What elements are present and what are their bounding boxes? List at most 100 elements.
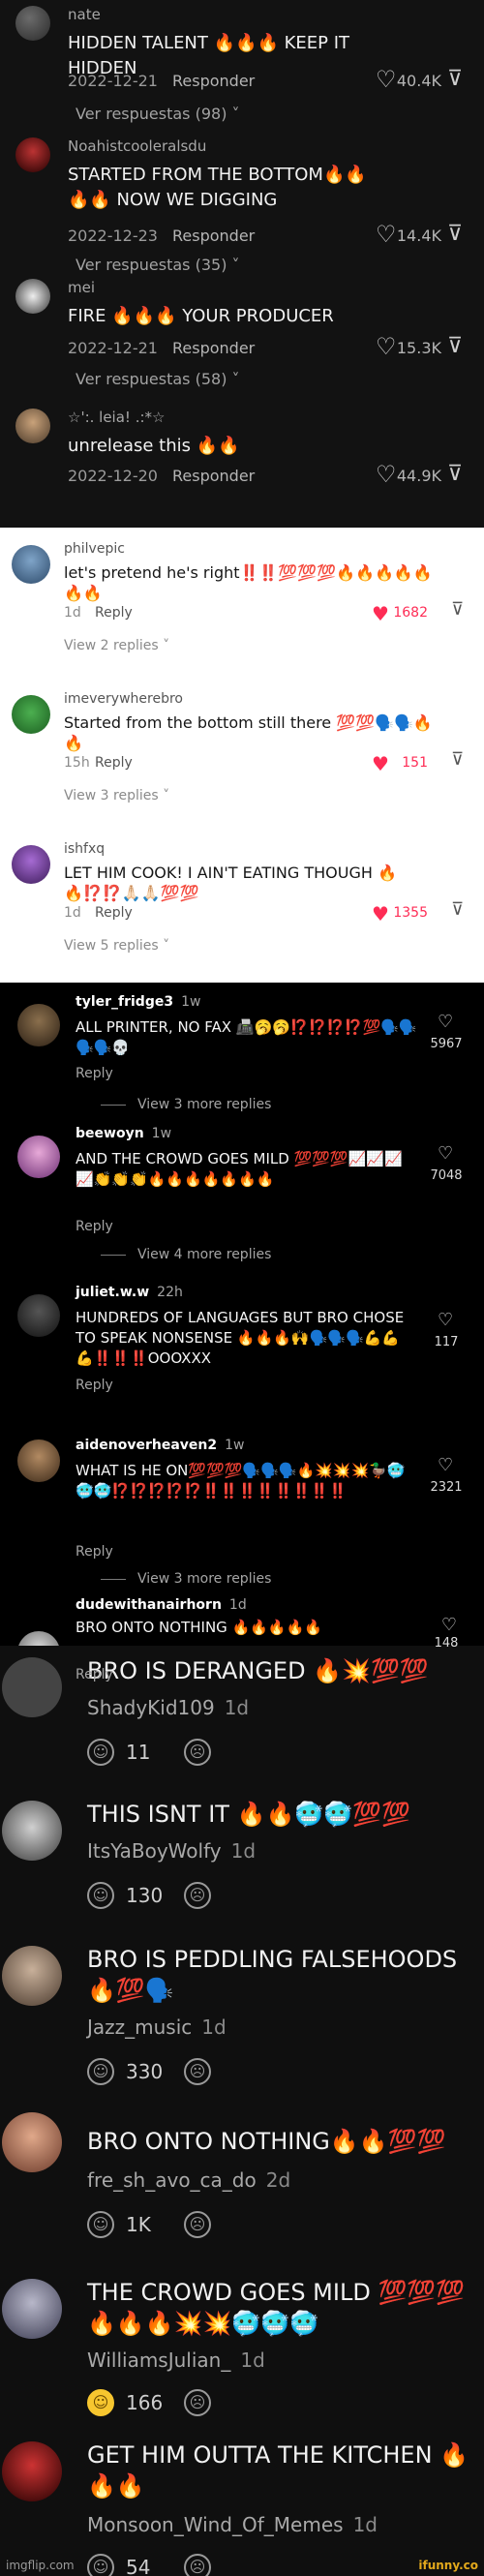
view-replies-button[interactable]: View 5 replies ˅ <box>64 938 169 954</box>
comment-username[interactable]: ishfxq <box>64 841 105 857</box>
reply-button[interactable]: Reply <box>76 1378 113 1393</box>
thumbs-down-icon[interactable]: ⊽ <box>447 223 470 246</box>
avatar[interactable] <box>17 1294 60 1337</box>
comment-username[interactable]: ☆':. leia! .:*☆ <box>68 409 165 426</box>
thumbs-down-icon[interactable]: ⊽ <box>447 335 470 358</box>
thumbs-down-icon[interactable]: ⊽ <box>451 751 469 771</box>
view-replies-button[interactable]: Ver respuestas (58) ˅ <box>76 370 240 388</box>
comment-author[interactable]: Jazz_music 1d <box>87 2015 227 2039</box>
heart-icon[interactable]: ♥ <box>372 904 391 924</box>
comment-username[interactable]: aidenoverheaven2 1w <box>76 1438 244 1453</box>
comment-username[interactable]: dudewithanairhorn 1d <box>76 1597 247 1613</box>
avatar[interactable] <box>2 2279 62 2339</box>
view-replies-button[interactable]: Ver respuestas (35) ˅ <box>76 256 240 274</box>
reply-button[interactable]: Reply <box>95 755 133 771</box>
avatar[interactable] <box>12 545 50 584</box>
reply-button[interactable]: Responder <box>172 227 255 245</box>
like-count: 1355 <box>393 905 428 921</box>
reply-button[interactable]: Responder <box>172 467 255 485</box>
avatar[interactable] <box>17 1136 60 1178</box>
thumbs-down-icon[interactable]: ⊽ <box>451 901 469 921</box>
comment-time: 15h <box>64 755 90 771</box>
heart-icon[interactable]: ♥ <box>372 604 391 623</box>
view-replies-button[interactable]: View 2 replies ˅ <box>64 638 169 653</box>
like-icon[interactable]: ☺ <box>87 2554 114 2576</box>
thumbs-down-icon[interactable]: ⊽ <box>447 463 470 486</box>
avatar[interactable] <box>12 845 50 884</box>
dislike-icon[interactable]: ☹ <box>184 1882 211 1909</box>
avatar[interactable] <box>15 279 50 314</box>
like-icon[interactable]: ☺ <box>87 2058 114 2085</box>
comment-username[interactable]: beewoyn 1w <box>76 1126 171 1141</box>
avatar[interactable] <box>17 1440 60 1482</box>
comment-author[interactable]: ShadyKid109 1d <box>87 1696 249 1719</box>
dislike-icon[interactable]: ☹ <box>184 2211 211 2238</box>
avatar[interactable] <box>2 1801 62 1861</box>
dislike-icon[interactable]: ☹ <box>184 2058 211 2085</box>
view-replies-button[interactable]: View 3 replies ˅ <box>64 788 169 803</box>
heart-icon[interactable]: ♥ <box>372 754 391 773</box>
thumbs-down-icon[interactable]: ⊽ <box>447 68 470 91</box>
comment-username[interactable]: juliet.w.w 22h <box>76 1285 183 1300</box>
comment-author[interactable]: WilliamsJulian_ 1d <box>87 2349 265 2372</box>
avatar[interactable] <box>15 6 50 41</box>
comment-time: 1w <box>181 994 201 1010</box>
comment-username[interactable]: mei <box>68 279 95 296</box>
avatar[interactable] <box>17 1004 60 1046</box>
heart-icon[interactable]: ♡ <box>438 1457 457 1474</box>
comment-time: 1d <box>240 2349 265 2372</box>
comment-author[interactable]: fre_sh_avo_ca_do 2d <box>87 2168 290 2192</box>
author-name: Monsoon_Wind_Of_Memes <box>87 2513 344 2536</box>
reply-button[interactable]: Responder <box>172 339 255 357</box>
comment-username[interactable]: Noahistcooleralsdu <box>68 137 206 155</box>
comment-username[interactable]: nate <box>68 6 101 23</box>
reply-button[interactable]: Responder <box>172 72 255 90</box>
like-count: 40.4K <box>396 72 441 90</box>
view-replies-button[interactable]: Ver respuestas (98) ˅ <box>76 105 240 123</box>
dislike-icon[interactable]: ☹ <box>184 2389 211 2416</box>
avatar[interactable] <box>2 2441 62 2501</box>
view-more-replies-button[interactable]: View 3 more replies <box>101 1571 271 1587</box>
heart-icon[interactable]: ♡ <box>441 1615 457 1635</box>
dislike-icon[interactable]: ☹ <box>184 1739 211 1766</box>
comment-text: THE CROWD GOES MILD 💯💯💯🔥🔥🔥💥💥🥶🥶🥶 <box>87 2279 466 2337</box>
comment-author[interactable]: Monsoon_Wind_Of_Memes 1d <box>87 2513 378 2536</box>
reply-button[interactable]: Reply <box>76 1219 113 1234</box>
avatar[interactable] <box>15 409 50 443</box>
like-icon[interactable]: ☺ <box>87 2211 114 2238</box>
comment-username[interactable]: philvepic <box>64 541 125 557</box>
comment-text: ALL PRINTER, NO FAX 📠🥱🥱⁉️⁉️⁉️⁉️💯🗣️🗣️🗣️🗣️… <box>76 1018 417 1056</box>
comment: juliet.w.w 22h HUNDREDS OF LANGUAGES BUT … <box>0 1263 484 1399</box>
avatar[interactable] <box>2 1946 62 2006</box>
heart-icon[interactable]: ♡ <box>438 1014 457 1031</box>
comment: aidenoverheaven2 1w WHAT IS HE ON💯💯💯🗣️🗣️🗣… <box>0 1399 484 1560</box>
like-count: 330 <box>126 2060 164 2083</box>
reply-button[interactable]: Reply <box>95 605 133 621</box>
like-icon[interactable]: ☺ <box>87 1739 114 1766</box>
comment: ☆':. leia! .:*☆ unrelease this 🔥🔥 2022-1… <box>0 403 484 528</box>
view-more-replies-button[interactable]: View 4 more replies <box>101 1247 271 1262</box>
heart-icon[interactable]: ♡ <box>438 1312 457 1329</box>
comment-text: BRO ONTO NOTHING🔥🔥💯💯 <box>87 2128 446 2155</box>
comment-author[interactable]: ItsYaBoyWolfy 1d <box>87 1839 256 1863</box>
like-icon[interactable]: ☺ <box>87 1882 114 1909</box>
heart-icon[interactable]: ♡ <box>438 1145 457 1163</box>
like-icon[interactable]: ☺ <box>87 2389 114 2416</box>
like-count: 5967 <box>430 1037 463 1051</box>
reply-button[interactable]: Reply <box>76 1544 113 1560</box>
comment-username[interactable]: imeverywherebro <box>64 691 183 707</box>
avatar[interactable] <box>15 137 50 172</box>
thumbs-down-icon[interactable]: ⊽ <box>451 601 469 621</box>
comment: Noahistcooleralsdu STARTED FROM THE BOTT… <box>0 132 484 274</box>
comment-username[interactable]: tyler_fridge3 1w <box>76 994 200 1010</box>
username-text: dudewithanairhorn <box>76 1597 222 1613</box>
reply-button[interactable]: Reply <box>95 905 133 921</box>
comment-text: Started from the bottom still there 💯💯🗣️… <box>64 713 433 752</box>
view-more-replies-button[interactable]: View 3 more replies <box>101 1097 271 1112</box>
avatar[interactable] <box>2 1657 62 1717</box>
reply-button[interactable]: Reply <box>76 1066 113 1081</box>
reply-button[interactable]: Reply <box>76 1667 113 1682</box>
avatar[interactable] <box>12 695 50 734</box>
dislike-icon[interactable]: ☹ <box>184 2554 211 2576</box>
avatar[interactable] <box>2 2112 62 2172</box>
